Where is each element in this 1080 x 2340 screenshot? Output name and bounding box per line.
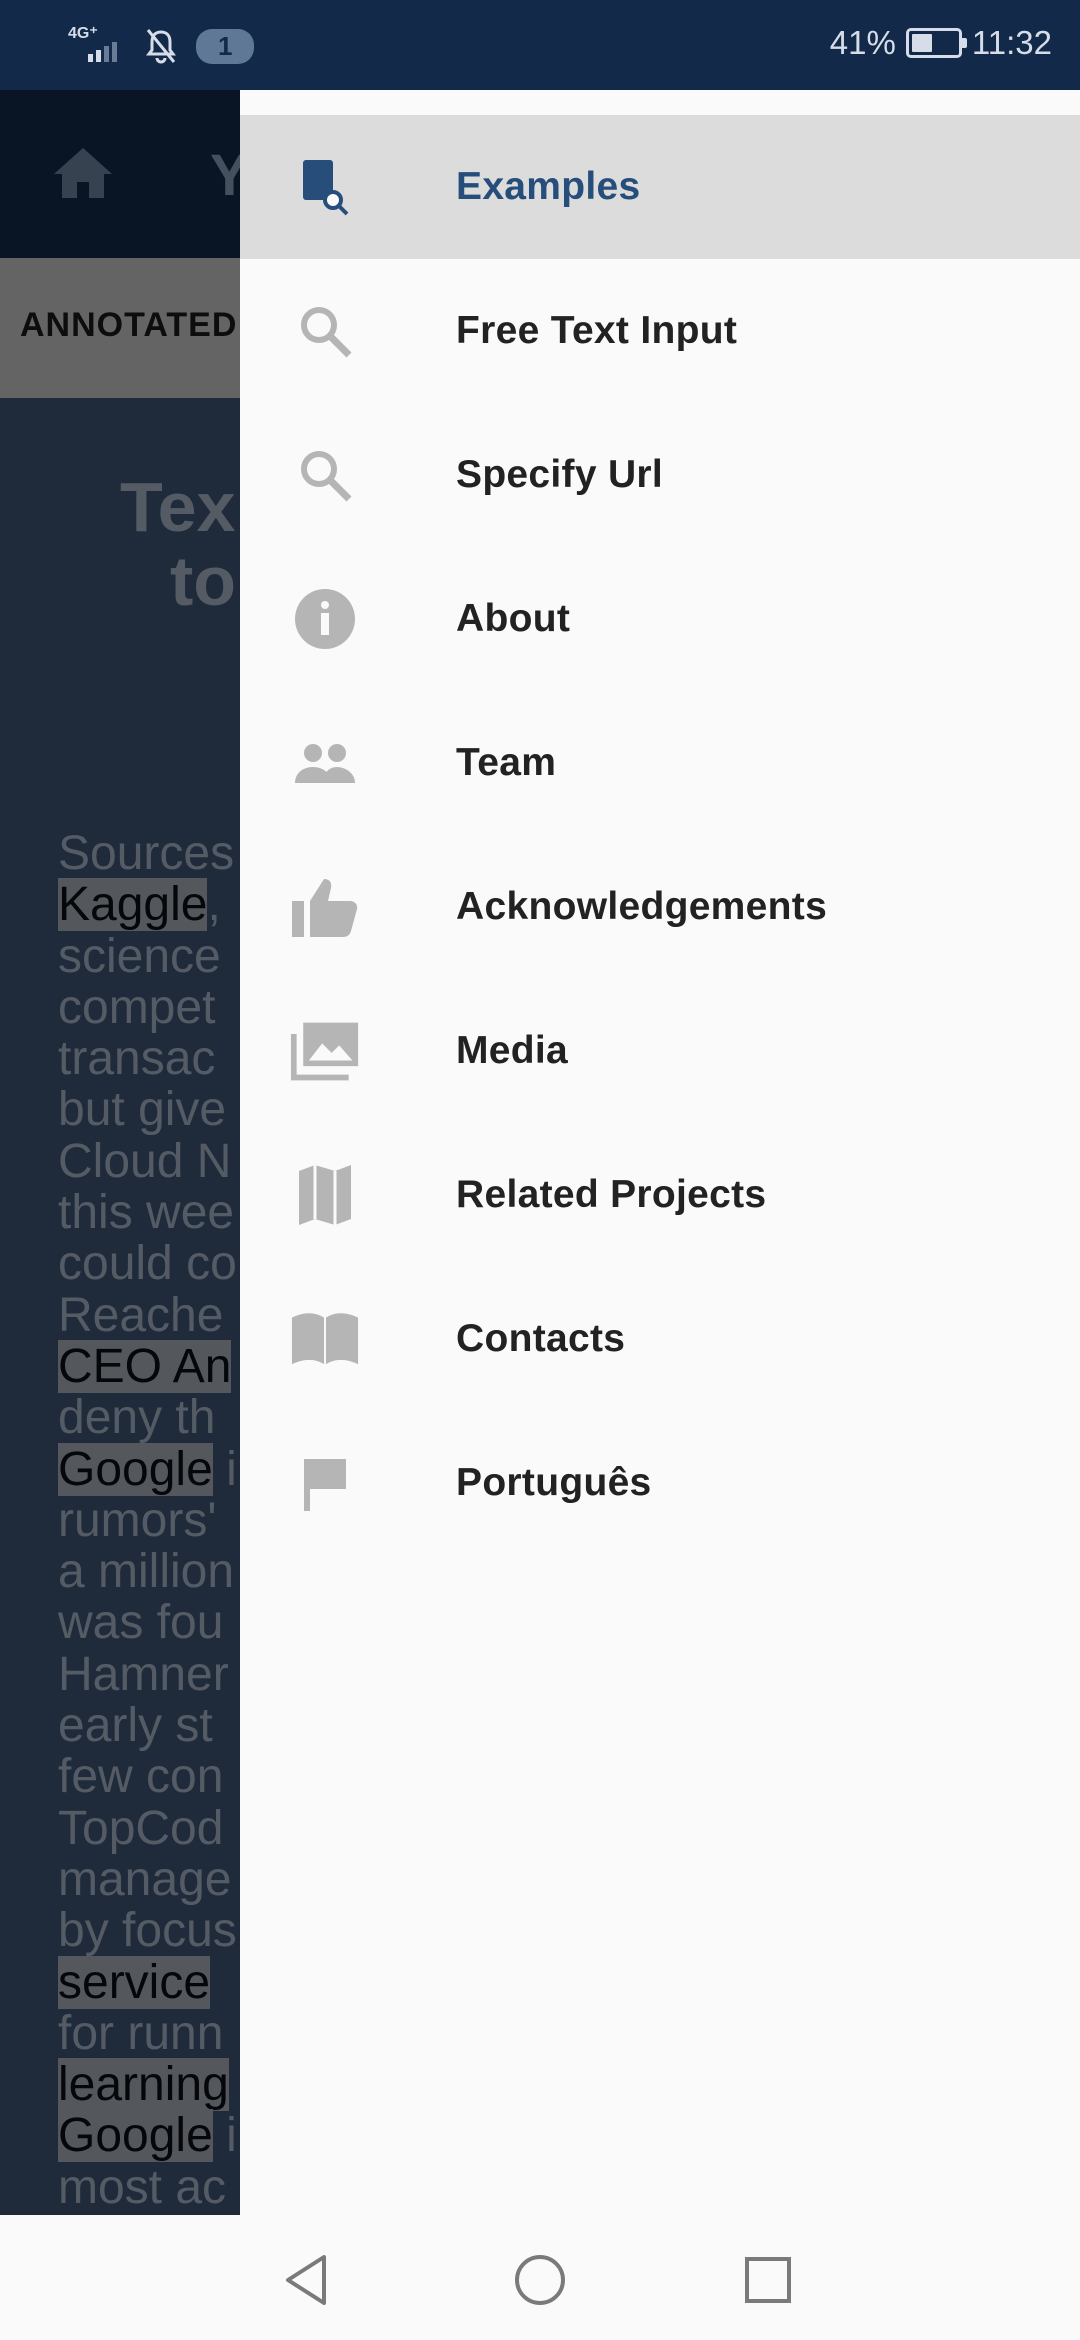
flag-icon (290, 1448, 360, 1518)
navigation-drawer: Examples Free Text Input Specify Url Abo… (240, 90, 1080, 2215)
drawer-item-specify-url[interactable]: Specify Url (240, 403, 1080, 547)
drawer-item-portugues[interactable]: Português (240, 1411, 1080, 1555)
battery-icon (905, 28, 967, 58)
drawer-item-acknowledgements[interactable]: Acknowledgements (240, 835, 1080, 979)
examples-icon (290, 152, 360, 222)
drawer-item-label: Media (456, 1029, 569, 1072)
info-icon (290, 584, 360, 654)
recent-apps-icon[interactable] (733, 2245, 803, 2315)
drawer-item-label: Acknowledgements (456, 885, 828, 928)
battery-percent: 41% (829, 24, 896, 61)
drawer-item-team[interactable]: Team (240, 691, 1080, 835)
book-icon (290, 1304, 360, 1374)
map-icon (290, 1160, 360, 1230)
status-bar: 4G⁺ 1 41% 11:32 (0, 0, 1080, 90)
drawer-scrim[interactable] (0, 90, 240, 2215)
notification-count-badge: 1 (196, 28, 255, 64)
search-icon (290, 296, 360, 366)
search-icon (290, 440, 360, 510)
clock: 11:32 (971, 24, 1052, 61)
drawer-item-label: Português (456, 1461, 652, 1504)
drawer-item-contacts[interactable]: Contacts (240, 1267, 1080, 1411)
system-navigation-bar (0, 2215, 1080, 2340)
home-button-icon[interactable] (505, 2245, 575, 2315)
drawer-item-label: Team (456, 741, 557, 784)
photo-library-icon (290, 1016, 360, 1086)
back-icon[interactable] (274, 2245, 344, 2315)
drawer-item-related-projects[interactable]: Related Projects (240, 1123, 1080, 1267)
bell-muted-icon (144, 28, 178, 64)
drawer-item-label: Free Text Input (456, 309, 738, 352)
drawer-item-label: Related Projects (456, 1173, 767, 1216)
drawer-item-label: Specify Url (456, 453, 664, 496)
drawer-item-label: Contacts (456, 1317, 626, 1360)
drawer-item-about[interactable]: About (240, 547, 1080, 691)
drawer-item-label: About (456, 597, 571, 640)
drawer-item-media[interactable]: Media (240, 979, 1080, 1123)
drawer-item-examples[interactable]: Examples (240, 115, 1080, 259)
signal-icon: 4G⁺ (68, 26, 126, 66)
drawer-item-free-text-input[interactable]: Free Text Input (240, 259, 1080, 403)
network-type: 4G⁺ (68, 25, 98, 42)
drawer-item-label: Examples (456, 165, 641, 208)
people-icon (290, 728, 360, 798)
drawer-menu: Examples Free Text Input Specify Url Abo… (240, 115, 1080, 1555)
thumbs-up-icon (290, 872, 360, 942)
